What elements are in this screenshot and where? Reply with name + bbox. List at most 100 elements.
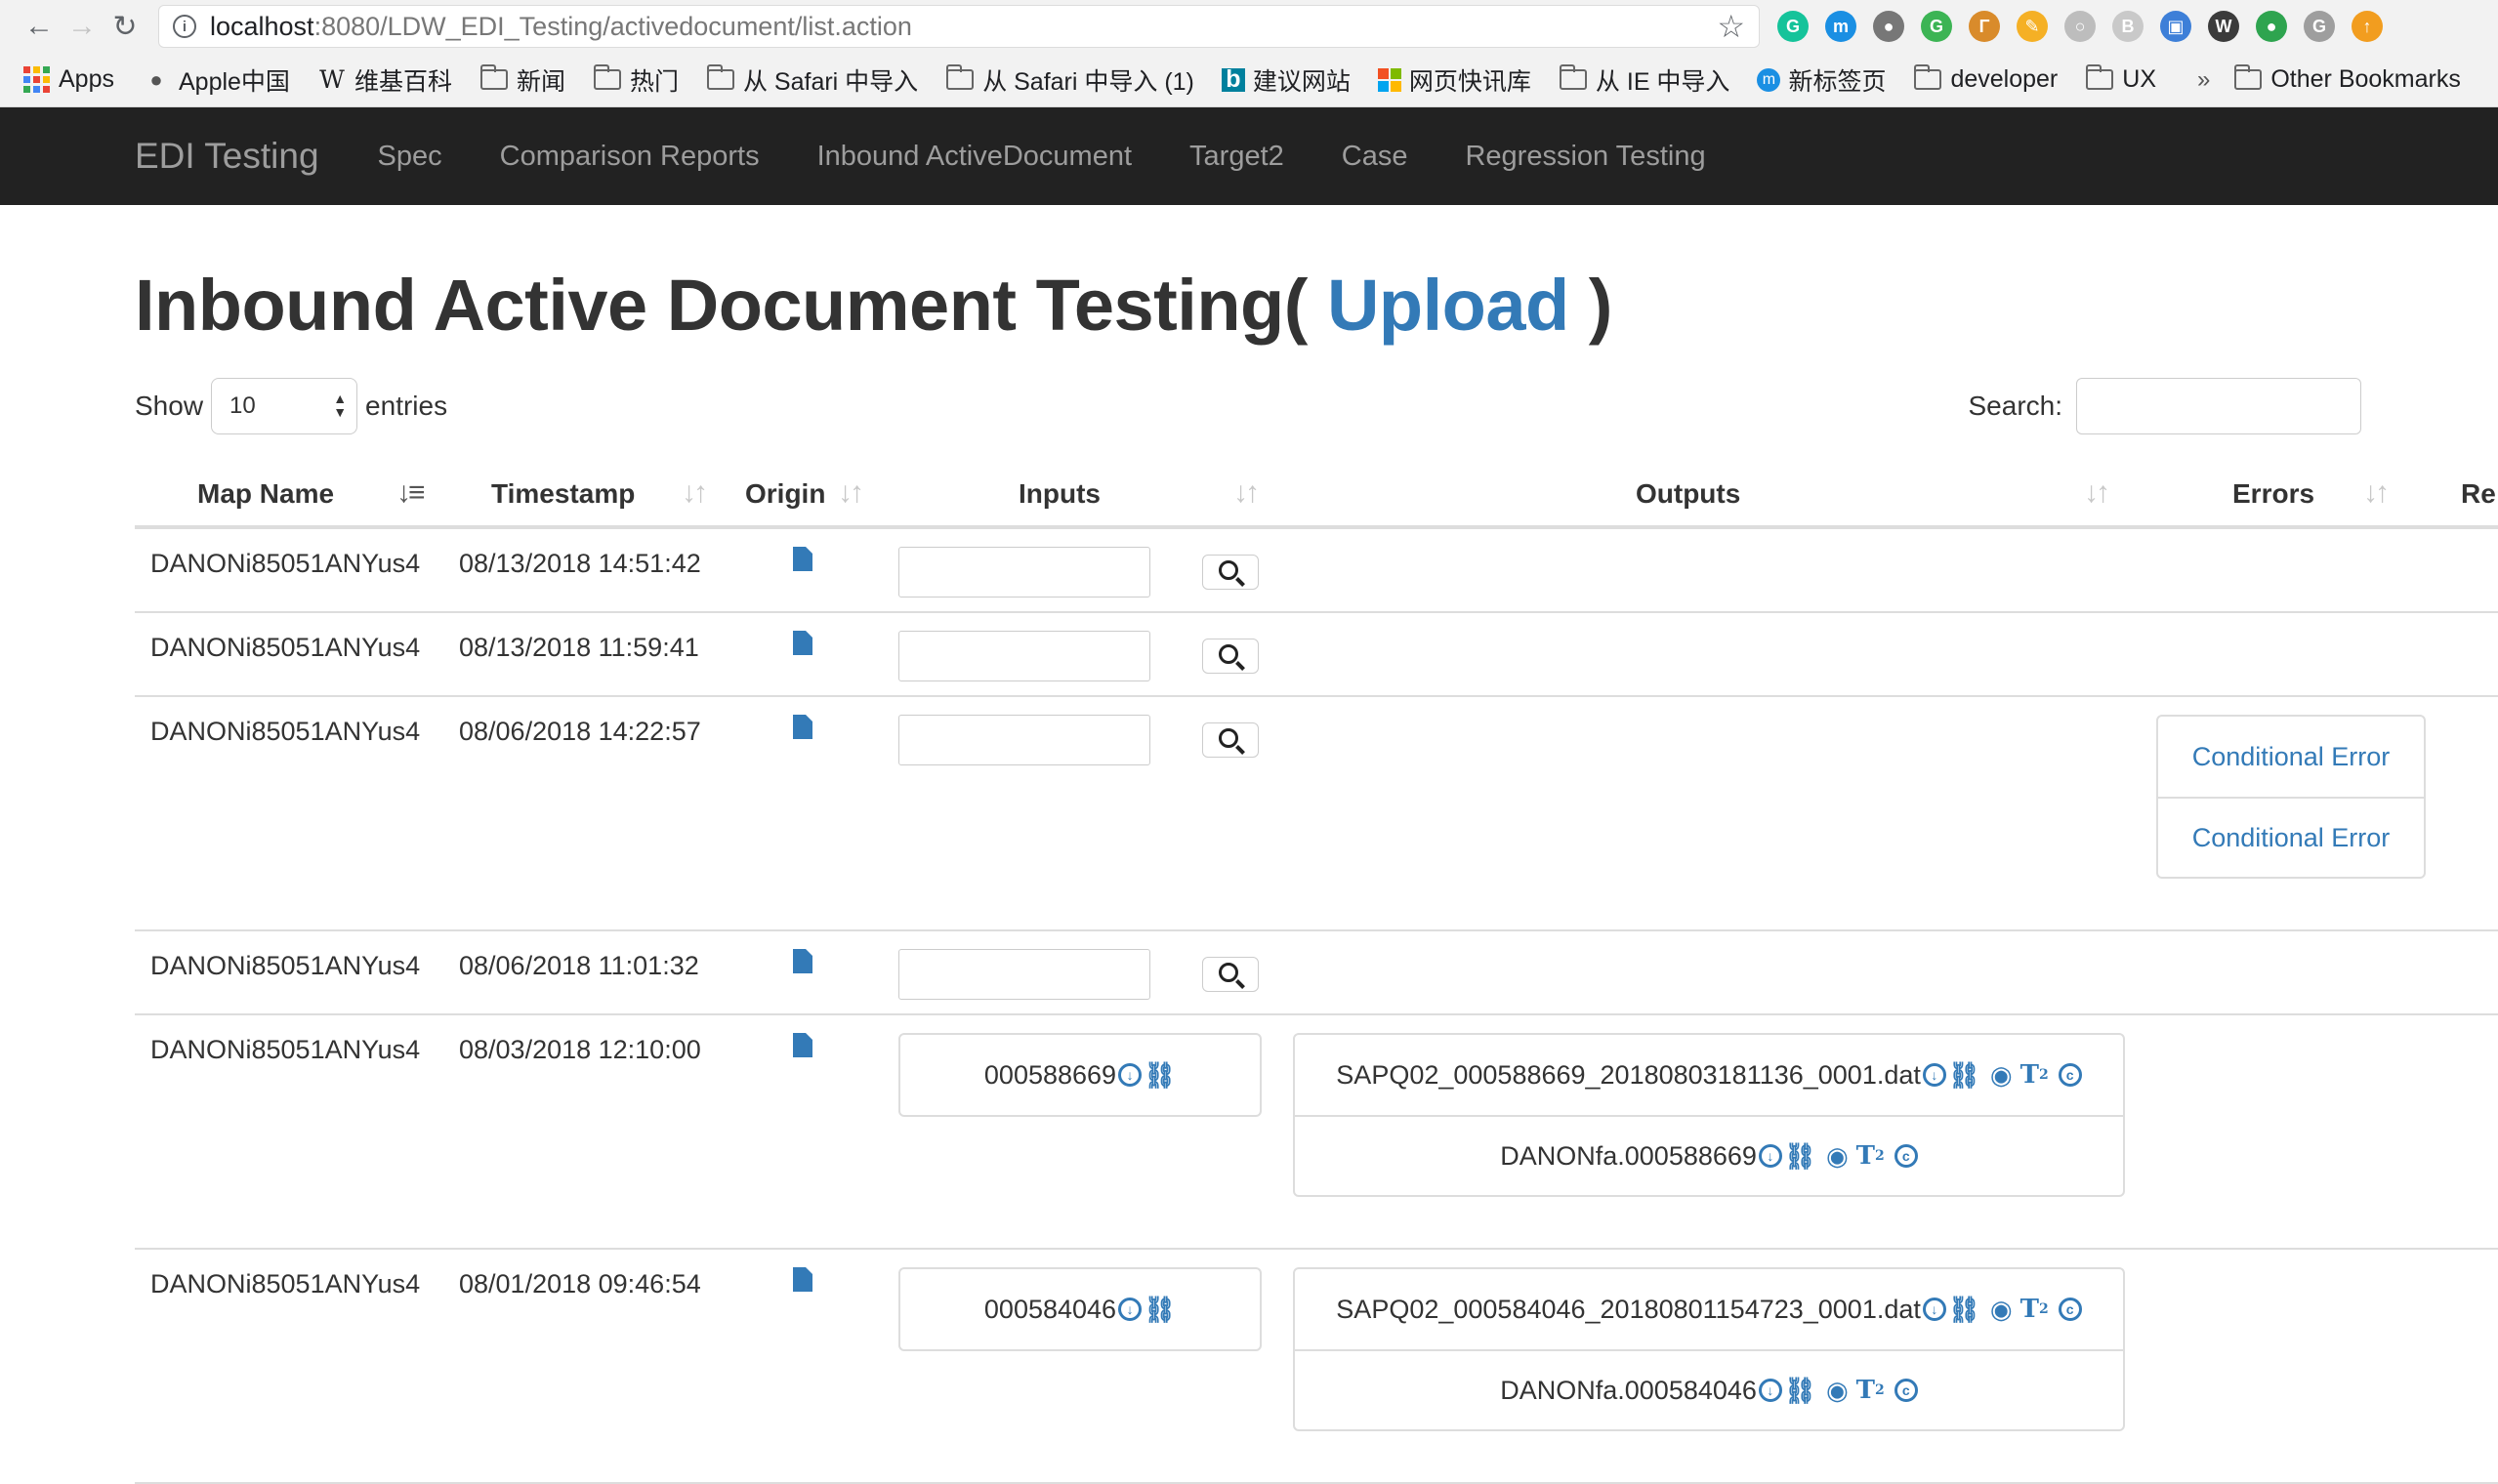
upload-link[interactable]: Upload: [1327, 265, 1569, 346]
input-search-field[interactable]: [898, 547, 1150, 598]
bookmark-star-icon[interactable]: ☆: [1717, 8, 1745, 45]
document-icon[interactable]: [793, 1267, 812, 1292]
compare-icon[interactable]: c: [1894, 1379, 1918, 1402]
museum-ext-icon[interactable]: m: [1825, 11, 1856, 42]
grammarly-ext-icon[interactable]: G: [1777, 11, 1809, 42]
download-icon[interactable]: ↓: [1922, 1298, 1946, 1321]
nav-link-regression-testing[interactable]: Regression Testing: [1465, 141, 1705, 173]
document-icon[interactable]: [793, 1033, 812, 1057]
sort-icon[interactable]: ↓↑: [682, 476, 708, 510]
link-icon[interactable]: ⛓: [1144, 1060, 1176, 1091]
search-button[interactable]: [1202, 555, 1259, 590]
output-filename[interactable]: DANONfa.000588669: [1500, 1141, 1757, 1172]
column-header-re[interactable]: Re: [2461, 478, 2496, 510]
reload-icon[interactable]: ↻: [104, 5, 146, 48]
link-icon[interactable]: ⛓: [1784, 1141, 1816, 1172]
upload-ext-icon[interactable]: ↑: [2352, 11, 2383, 42]
output-filename[interactable]: SAPQ02_000588669_20180803181136_0001.dat: [1336, 1060, 1921, 1091]
sort-icon[interactable]: ↓↑: [2084, 476, 2110, 510]
green-dot-ext-icon[interactable]: ●: [2256, 11, 2287, 42]
entries-select[interactable]: 10 ▲ ▼: [211, 378, 358, 434]
grammarly-green-ext-icon[interactable]: G: [1921, 11, 1952, 42]
column-header-inputs[interactable]: Inputs: [1019, 478, 1101, 510]
translate-icon[interactable]: T2: [2020, 1295, 2049, 1324]
search-button[interactable]: [1202, 957, 1259, 992]
view-icon[interactable]: ◉: [1990, 1295, 2013, 1325]
document-icon[interactable]: [793, 631, 812, 655]
download-icon[interactable]: ↓: [1758, 1379, 1782, 1402]
forward-icon[interactable]: →: [61, 5, 104, 48]
nav-link-comparison-reports[interactable]: Comparison Reports: [500, 141, 760, 173]
info-icon[interactable]: i: [173, 15, 196, 38]
document-icon[interactable]: [793, 715, 812, 739]
nav-link-spec[interactable]: Spec: [378, 141, 442, 173]
bookmark-item[interactable]: ● Apple中国: [142, 62, 290, 98]
sort-icon[interactable]: ↓↑: [1233, 476, 1260, 510]
sort-icon[interactable]: ↓↑: [838, 476, 864, 510]
column-header-outputs[interactable]: Outputs: [1636, 478, 1740, 510]
bookmark-item[interactable]: 从 Safari 中导入 (1): [945, 62, 1194, 98]
nav-link-target2[interactable]: Target2: [1189, 141, 1284, 173]
input-search-field[interactable]: [898, 949, 1150, 1000]
column-header-timestamp[interactable]: Timestamp: [491, 478, 635, 510]
nav-link-inbound-activedocument[interactable]: Inbound ActiveDocument: [817, 141, 1132, 173]
search-button[interactable]: [1202, 639, 1259, 674]
address-bar[interactable]: i localhost:8080/LDW_EDI_Testing/actived…: [158, 5, 1760, 48]
bookmark-item[interactable]: UX: [2085, 64, 2156, 94]
w-ext-icon[interactable]: W: [2208, 11, 2239, 42]
search-input[interactable]: [2076, 378, 2361, 434]
bookmark-item[interactable]: Apps: [21, 65, 114, 94]
bookmark-item[interactable]: 从 IE 中导入: [1559, 62, 1729, 98]
document-icon[interactable]: [793, 547, 812, 571]
link-icon[interactable]: ⛓: [1948, 1060, 1980, 1091]
nav-link-case[interactable]: Case: [1342, 141, 1408, 173]
column-header-origin[interactable]: Origin: [745, 478, 825, 510]
compare-icon[interactable]: c: [2058, 1063, 2082, 1087]
output-filename[interactable]: SAPQ02_000584046_20180801154723_0001.dat: [1336, 1295, 1921, 1325]
download-icon[interactable]: ↓: [1118, 1063, 1143, 1087]
column-header-errors[interactable]: Errors: [2232, 478, 2314, 510]
view-icon[interactable]: ◉: [1826, 1141, 1849, 1172]
document-icon[interactable]: [793, 949, 812, 973]
column-header-map-name[interactable]: Map Name: [197, 478, 334, 510]
error-item[interactable]: Conditional Error: [2158, 717, 2424, 797]
translate-icon[interactable]: T2: [1856, 1141, 1885, 1171]
input-search-field[interactable]: [898, 631, 1150, 681]
download-icon[interactable]: ↓: [1118, 1298, 1143, 1321]
translate-icon[interactable]: T2: [1856, 1376, 1885, 1405]
ruler-ext-icon[interactable]: Γ: [1969, 11, 2000, 42]
input-id[interactable]: 000584046: [984, 1295, 1116, 1325]
sort-icon[interactable]: ↓↑: [2363, 476, 2390, 510]
download-icon[interactable]: ↓: [1922, 1063, 1946, 1087]
compare-icon[interactable]: c: [1894, 1144, 1918, 1168]
input-id[interactable]: 000588669: [984, 1060, 1116, 1091]
bookmark-item[interactable]: W 维基百科: [317, 62, 452, 98]
bookmark-item[interactable]: 网页快讯库: [1377, 62, 1531, 98]
bookmark-item[interactable]: 从 Safari 中导入: [706, 62, 918, 98]
input-search-field[interactable]: [898, 715, 1150, 765]
translate-icon[interactable]: T2: [2020, 1060, 2049, 1090]
bookmark-item[interactable]: b 建议网站: [1221, 62, 1351, 98]
screen-ext-icon[interactable]: ▣: [2160, 11, 2191, 42]
view-icon[interactable]: ◉: [1990, 1060, 2013, 1091]
download-icon[interactable]: ↓: [1758, 1144, 1782, 1168]
other-bookmarks[interactable]: Other Bookmarks: [2233, 64, 2461, 94]
bookmark-item[interactable]: 热门: [593, 62, 679, 98]
back-icon[interactable]: ←: [18, 5, 61, 48]
bookmark-item[interactable]: m 新标签页: [1757, 62, 1886, 98]
sort-desc-icon[interactable]: ↓≡: [396, 476, 425, 510]
error-item[interactable]: Conditional Error: [2158, 797, 2424, 877]
link-icon[interactable]: ⛓: [1784, 1376, 1816, 1406]
search-button[interactable]: [1202, 722, 1259, 758]
navbar-brand[interactable]: EDI Testing: [135, 136, 319, 177]
bookmarks-overflow-icon[interactable]: »: [2197, 66, 2210, 94]
pencil-ext-icon[interactable]: ✎: [2017, 11, 2048, 42]
link-icon[interactable]: ⛓: [1948, 1295, 1980, 1325]
link-icon[interactable]: ⛓: [1144, 1295, 1176, 1325]
b-ext-icon[interactable]: B: [2112, 11, 2144, 42]
compare-icon[interactable]: c: [2058, 1298, 2082, 1321]
view-icon[interactable]: ◉: [1826, 1376, 1849, 1406]
g-gray-ext-icon[interactable]: G: [2304, 11, 2335, 42]
bookmark-item[interactable]: 新闻: [479, 62, 565, 98]
brain-ext-icon[interactable]: ●: [1873, 11, 1904, 42]
